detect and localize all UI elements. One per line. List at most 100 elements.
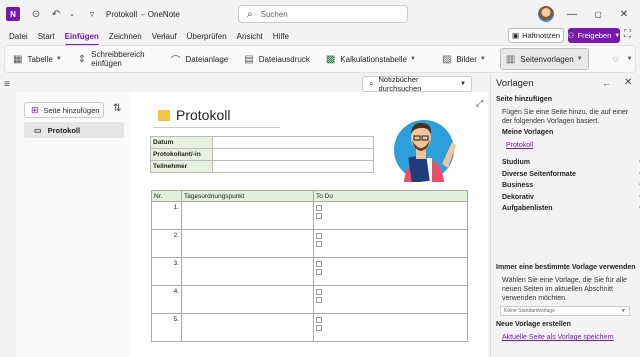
sort-icon[interactable]: ⇅ — [113, 103, 121, 114]
category-label: Dekorativ — [502, 194, 534, 201]
category-aufgabenlisten[interactable]: Aufgabenlisten▼ — [502, 205, 640, 212]
checkbox[interactable] — [316, 269, 322, 275]
info-label-datum: Datum — [150, 136, 213, 149]
menu-zeichnen[interactable]: Zeichnen — [109, 30, 142, 43]
insert-space-button[interactable]: ⇕ Schreibbereich einfügen — [76, 48, 147, 70]
header-todo: To Do — [313, 190, 468, 202]
file-printout-button[interactable]: ▤ Dateiausdruck — [242, 48, 312, 70]
todo-cell[interactable] — [313, 201, 468, 230]
my-template-protokoll-link[interactable]: Protokoll — [506, 142, 533, 149]
category-business[interactable]: Business▼ — [502, 182, 640, 189]
agenda-item-cell[interactable] — [181, 313, 314, 342]
notebook-search-dropdown[interactable]: ⌕ Notizbücher durchsuchen ▼ — [362, 75, 472, 93]
back-arrow-icon[interactable]: ← — [602, 78, 611, 88]
menu-einfuegen[interactable]: Einfügen — [64, 30, 100, 46]
agenda-item-cell[interactable] — [181, 201, 314, 230]
chevron-down-icon: ▼ — [626, 56, 633, 62]
category-dekorativ[interactable]: Dekorativ▼ — [502, 194, 640, 201]
table-button[interactable]: ▦ Tabelle ▼ — [11, 48, 64, 70]
insert-space-icon: ⇕ — [77, 53, 87, 65]
info-value-cell[interactable] — [212, 148, 374, 161]
checkbox[interactable] — [316, 289, 322, 295]
checkbox[interactable] — [316, 233, 322, 239]
todo-cell[interactable] — [313, 285, 468, 314]
agenda-item-cell[interactable] — [181, 229, 314, 258]
save-as-template-link[interactable]: Aktuelle Seite als Vorlage speichern — [502, 334, 614, 341]
todo-cell[interactable] — [313, 313, 468, 342]
page-item-protokoll[interactable]: ▭ Protokoll — [24, 122, 124, 138]
menu-ansicht[interactable]: Ansicht — [237, 30, 263, 43]
template-icon: ▥ — [505, 53, 516, 65]
checkbox[interactable] — [316, 261, 322, 267]
file-attachment-button[interactable]: ⌒ Dateianlage — [169, 48, 231, 70]
menu-start[interactable]: Start — [38, 30, 55, 43]
maximize-icon[interactable]: ▢ — [588, 6, 608, 22]
category-diverse-seitenformate[interactable]: Diverse Seitenformate▼ — [502, 171, 640, 178]
avatar[interactable] — [538, 6, 554, 22]
hamburger-menu-icon[interactable]: ≡ — [4, 79, 10, 90]
page-templates-button[interactable]: ▥ Seitenvorlagen ▼ — [499, 48, 589, 70]
checkbox[interactable] — [316, 297, 322, 303]
ribbon-toolbar: ▦ Tabelle ▼ ⇕ Schreibbereich einfügen ⌒ … — [4, 45, 636, 73]
page-icon: ▭ — [34, 125, 42, 135]
info-value-cell[interactable] — [212, 136, 374, 149]
undo-dropdown-icon[interactable]: ⌄ — [64, 6, 80, 22]
my-templates-heading: Meine Vorlagen — [502, 129, 554, 136]
default-template-select[interactable]: Keine Standardvorlage ▼ — [500, 306, 630, 316]
sticky-notes-button[interactable]: ▣ Haftnotizen — [508, 28, 564, 43]
title-separator: - — [141, 9, 144, 19]
checkbox[interactable] — [316, 205, 322, 211]
expand-icon[interactable]: ⤢ — [476, 98, 483, 109]
sticky-note-icon: ▣ — [511, 31, 520, 40]
search-placeholder: Suchen — [260, 9, 288, 19]
category-label: Aufgabenlisten — [502, 205, 553, 212]
excel-icon: ▩ — [325, 53, 336, 65]
customize-toolbar-icon[interactable]: ▿ — [84, 6, 100, 22]
back-icon[interactable]: ⊙ — [28, 6, 44, 22]
table-row: Protokollant/-in — [150, 148, 374, 161]
table-row: 3. — [151, 257, 468, 286]
table-row: 1. — [151, 201, 468, 230]
pictures-button[interactable]: ▨ Bilder ▼ — [440, 48, 488, 70]
checkbox[interactable] — [316, 213, 322, 219]
menu-hilfe[interactable]: Hilfe — [273, 30, 289, 43]
info-value-cell[interactable] — [212, 160, 374, 173]
agenda-table[interactable]: Nr. Tagesordnungspunkt To Do 1. 2. 3. 4.… — [151, 190, 468, 342]
checkbox[interactable] — [316, 317, 322, 323]
table-row: 2. — [151, 229, 468, 258]
agenda-item-cell[interactable] — [181, 285, 314, 314]
search-icon: ⌕ — [247, 8, 253, 20]
close-icon[interactable]: ✕ — [624, 77, 632, 88]
todo-cell[interactable] — [313, 229, 468, 258]
undo-icon[interactable]: ↶ — [48, 6, 64, 22]
share-button[interactable]: ⚇ Freigeben ▼ — [568, 28, 620, 43]
category-studium[interactable]: Studium▼ — [502, 159, 640, 166]
pictures-label: Bilder — [456, 54, 477, 64]
checkbox[interactable] — [316, 325, 322, 331]
close-window-icon[interactable]: ✕ — [614, 6, 634, 22]
search-input[interactable]: ⌕ Suchen — [238, 5, 408, 23]
edit-share-icon[interactable]: ⛶ — [624, 29, 631, 40]
comment-button[interactable]: ◌ ▼ — [611, 48, 635, 70]
checkbox[interactable] — [316, 241, 322, 247]
agenda-item-cell[interactable] — [181, 257, 314, 286]
row-number: 5. — [151, 313, 182, 342]
header-agenda-item: Tagesordnungspunkt — [181, 190, 314, 202]
chevron-down-icon: ▼ — [576, 56, 583, 62]
default-template-heading: Immer eine bestimmte Vorlage verwenden — [496, 264, 636, 271]
todo-cell[interactable] — [313, 257, 468, 286]
info-table[interactable]: Datum Protokollant/-in Teilnehmer — [150, 136, 374, 173]
menu-datei[interactable]: Datei — [9, 30, 28, 43]
chevron-down-icon: ▼ — [460, 81, 466, 87]
minimize-icon[interactable]: — — [562, 6, 582, 22]
menu-ueberpruefen[interactable]: Überprüfen — [187, 30, 227, 43]
sticky-notes-label: Haftnotizen — [522, 31, 561, 40]
document-title: Protokoll — [106, 9, 138, 19]
menu-verlauf[interactable]: Verlauf — [152, 30, 177, 43]
table-row: 4. — [151, 285, 468, 314]
insert-space-label: Schreibbereich einfügen — [91, 50, 145, 68]
spreadsheet-button[interactable]: ▩ Kalkulationstabelle ▼ — [324, 48, 418, 70]
add-page-button[interactable]: ⊞ Seite hinzufügen — [24, 102, 104, 118]
chevron-down-icon: ▼ — [479, 56, 486, 62]
page-title[interactable]: Protokoll — [158, 107, 230, 123]
